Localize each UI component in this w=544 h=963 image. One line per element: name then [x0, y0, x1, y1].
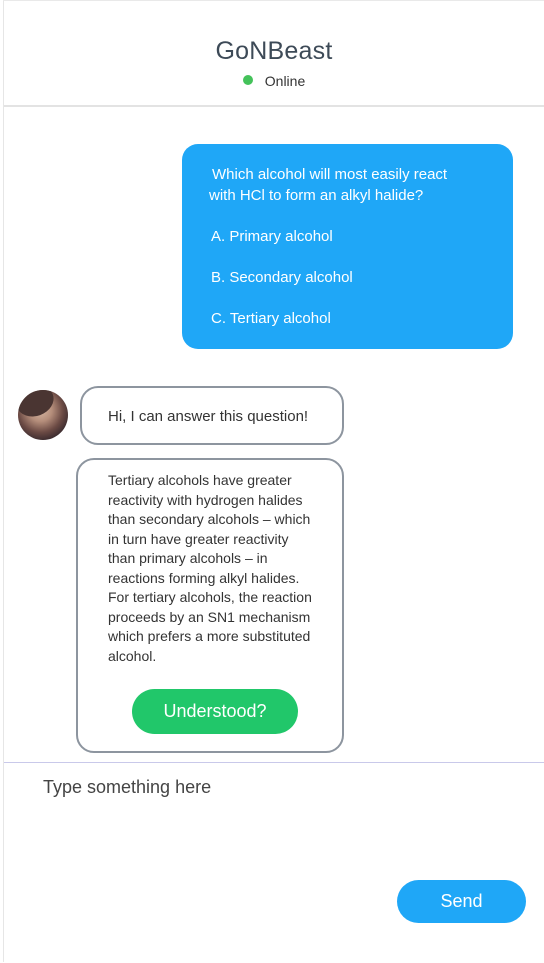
avatar-hair-shape — [18, 390, 58, 422]
online-status-dot-icon — [242, 75, 253, 85]
answer-line: Tertiary alcohols have greater — [108, 472, 292, 488]
send-button[interactable]: Send — [397, 880, 526, 923]
answer-line: reactivity with hydrogen halides — [108, 491, 303, 508]
message-input[interactable] — [43, 777, 503, 867]
answer-line: than secondary alcohols – which — [108, 511, 311, 527]
bot-greeting-bubble: Hi, I can answer this question! — [80, 386, 344, 445]
user-question-line-2: with HCl to form an alkyl halide? — [209, 187, 424, 204]
answer-line: For tertiary alcohols, the reaction — [108, 589, 312, 605]
user-message-bubble: Which alcohol will most easily react wit… — [182, 144, 513, 349]
bot-greeting-text: Hi, I can answer this question! — [108, 408, 309, 425]
answer-option-b: B. Secondary alcohol — [211, 269, 353, 286]
answer-line: than primary alcohols – in — [108, 550, 268, 566]
answer-line: alcohol. — [108, 647, 157, 664]
bot-avatar — [18, 390, 68, 440]
answer-option-c: C. Tertiary alcohol — [211, 310, 331, 327]
answer-line: proceeds by an SN1 mechanism — [108, 608, 311, 625]
answer-option-a: A. Primary alcohol — [211, 228, 333, 245]
message-composer — [4, 762, 544, 963]
user-question: Which alcohol will most easily react wit… — [209, 164, 493, 206]
chat-header: GoNBeast Online — [4, 1, 544, 107]
bot-name: GoNBeast — [215, 37, 333, 65]
status-text: Online — [264, 73, 306, 89]
user-question-line-1: Which alcohol will most easily react — [212, 166, 448, 183]
understood-button[interactable]: Understood? — [132, 689, 298, 734]
answer-line: reactions forming alkyl halides. — [108, 569, 300, 586]
answer-line: in turn have greater reactivity — [108, 530, 289, 547]
presence-status: Online — [4, 73, 544, 89]
answer-line: which prefers a more substituted — [108, 628, 311, 644]
